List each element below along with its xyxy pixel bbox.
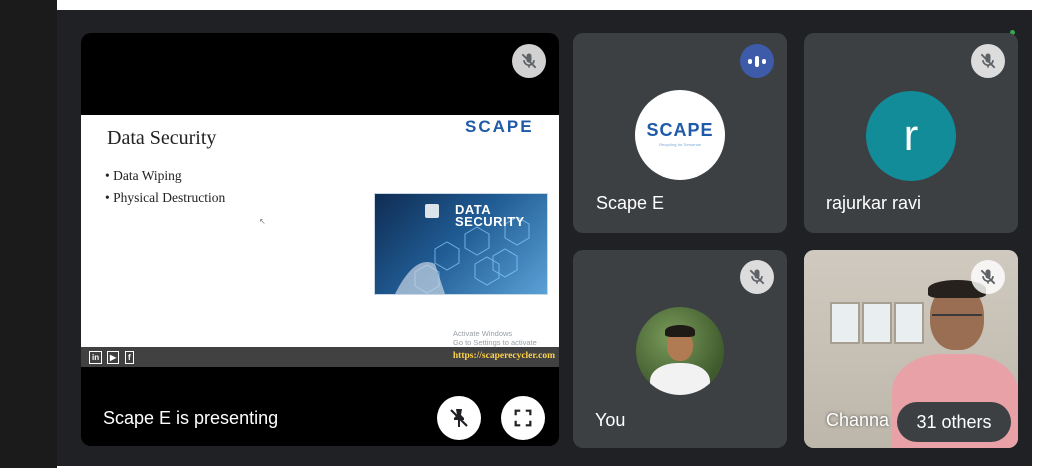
youtube-icon: ▶ bbox=[107, 351, 120, 364]
slide-bullets: • Data Wiping • Physical Destruction bbox=[105, 165, 225, 209]
mic-off-icon bbox=[512, 44, 546, 78]
unpin-icon bbox=[450, 409, 468, 427]
participant-tile-ravi[interactable]: r rajurkar ravi bbox=[804, 33, 1018, 233]
speaking-indicator-icon bbox=[740, 44, 774, 78]
slide-bullet: • Data Wiping bbox=[105, 168, 182, 183]
slide-footer: in ▶ f https://scaperecycler.com bbox=[81, 347, 559, 367]
slide-url: https://scaperecycler.com bbox=[452, 351, 555, 361]
participant-name: rajurkar ravi bbox=[826, 193, 922, 213]
fullscreen-button[interactable] bbox=[501, 396, 545, 440]
fullscreen-icon bbox=[514, 409, 532, 427]
image-caption: DATA SECURITY bbox=[455, 202, 525, 229]
data-security-image: DATA SECURITY bbox=[374, 193, 548, 295]
participant-name: You bbox=[595, 410, 626, 430]
presenting-label: Scape E is presenting bbox=[103, 408, 279, 428]
shared-slide: Data Security SCAPE • Data Wiping • Phys… bbox=[81, 115, 559, 367]
left-edge-bar bbox=[0, 0, 57, 468]
linkedin-icon: in bbox=[89, 351, 103, 364]
mic-off-icon bbox=[740, 260, 774, 294]
participant-name: Scape E bbox=[596, 193, 665, 213]
participant-tile-channa[interactable]: Channa 31 others bbox=[804, 250, 1018, 448]
slide-title: Data Security bbox=[107, 127, 217, 149]
avatar: r bbox=[866, 91, 956, 181]
slide-bullet: • Physical Destruction bbox=[105, 190, 226, 205]
unpin-button[interactable] bbox=[437, 396, 481, 440]
cursor-icon: ↖ bbox=[259, 217, 266, 226]
slide-logo: SCAPE bbox=[465, 117, 534, 136]
others-button[interactable]: 31 others bbox=[897, 402, 1011, 442]
mic-off-icon bbox=[971, 44, 1005, 78]
participant-name: Channa bbox=[826, 410, 890, 430]
mic-off-icon bbox=[971, 260, 1005, 294]
presentation-tile[interactable]: Data Security SCAPE • Data Wiping • Phys… bbox=[81, 33, 559, 446]
avatar: SCAPE Recycling for Tomorrow bbox=[635, 90, 725, 180]
participant-tile-you[interactable]: You bbox=[573, 250, 787, 448]
avatar bbox=[636, 307, 724, 395]
facebook-icon: f bbox=[125, 351, 134, 364]
participant-tile-scape[interactable]: SCAPE Recycling for Tomorrow Scape E bbox=[573, 33, 787, 233]
